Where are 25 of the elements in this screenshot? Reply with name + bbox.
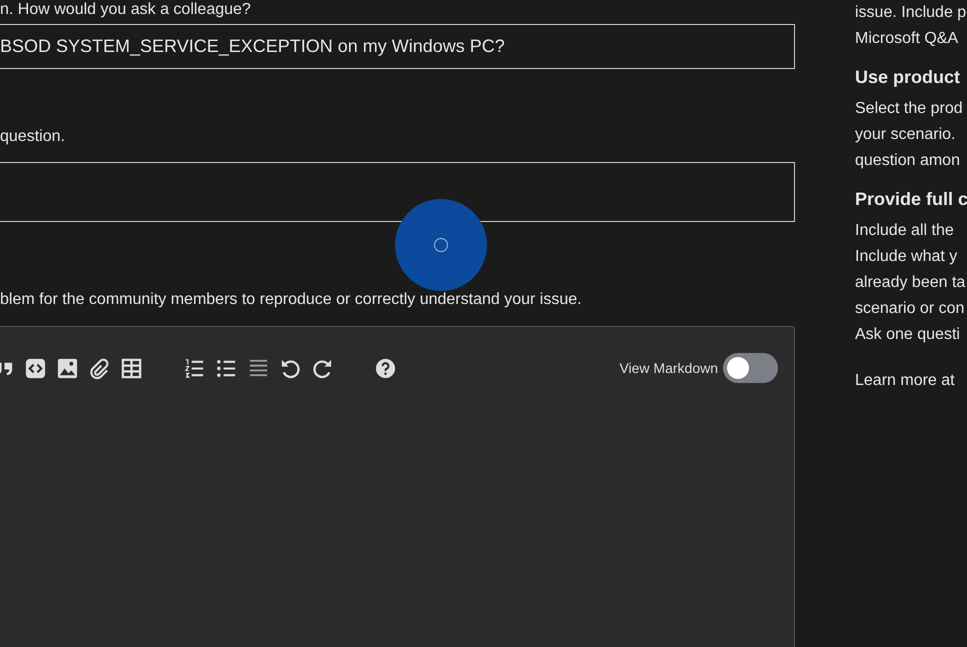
tip-heading: Use product [855,66,962,88]
tip-text: Microsoft Q&A [855,29,960,49]
numbered-list-icon[interactable] [183,356,206,380]
table-icon[interactable] [120,356,143,380]
tip-text: Select the prod [855,99,964,119]
tip-text: question amon [855,151,961,171]
toggle-label: View Markdown [619,360,718,376]
image-icon[interactable] [56,356,79,380]
paperclip-icon[interactable] [88,356,111,380]
tip-text: scenario or con [855,299,966,319]
instruction-text: n. How would you ask a colleague? [0,0,252,20]
tip-text: Learn more at [855,371,956,391]
help-icon[interactable] [374,356,397,380]
tip-text: already been ta [855,273,966,293]
instruction-text: question. [0,127,66,147]
tip-text: your scenario. [855,125,956,145]
text-input-field[interactable] [0,162,795,222]
instruction-text: blem for the community members to reproduce or correctly understand your issue. [0,290,583,310]
tip-text: issue. Include p [855,3,967,23]
tip-text: Include all the [855,221,955,241]
markdown-toggle[interactable] [723,353,778,383]
title-input-field[interactable]: BSOD SYSTEM_SERVICE_EXCEPTION on my Windows PC? [0,24,795,69]
tip-text: Ask one questi [855,325,961,345]
code-icon[interactable] [24,356,47,380]
tip-text: Include what y [855,247,958,267]
